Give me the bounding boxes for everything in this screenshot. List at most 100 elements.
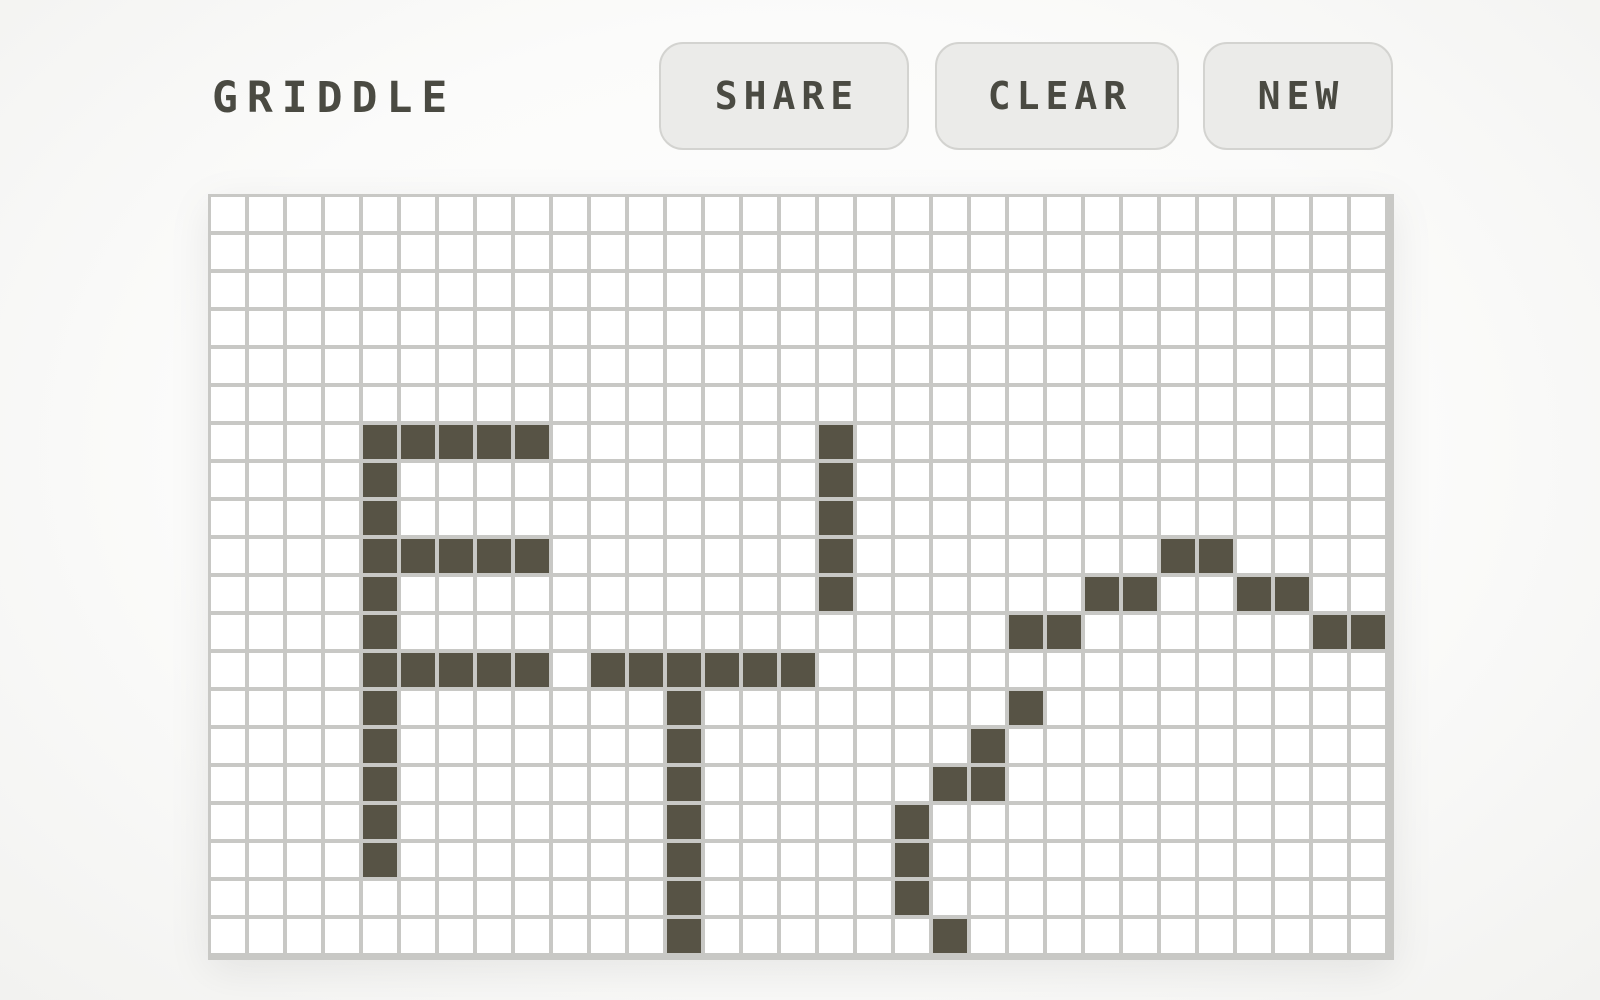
grid-cell[interactable] [515, 729, 549, 763]
grid-cell[interactable] [553, 805, 587, 839]
grid-cell[interactable] [705, 235, 739, 269]
grid-cell[interactable] [249, 729, 283, 763]
grid-cell[interactable] [743, 235, 777, 269]
grid-cell[interactable] [401, 577, 435, 611]
grid-cell[interactable] [1161, 881, 1195, 915]
grid-cell[interactable] [1047, 691, 1081, 725]
grid-cell[interactable] [971, 349, 1005, 383]
grid-cell[interactable] [249, 615, 283, 649]
grid-cell[interactable] [1351, 539, 1385, 573]
grid-cell[interactable] [1313, 615, 1347, 649]
grid-cell[interactable] [1047, 843, 1081, 877]
grid-cell[interactable] [1313, 273, 1347, 307]
grid-cell[interactable] [325, 767, 359, 801]
grid-cell[interactable] [287, 273, 321, 307]
grid-cell[interactable] [325, 577, 359, 611]
grid-cell[interactable] [477, 919, 511, 953]
grid-cell[interactable] [515, 653, 549, 687]
grid-cell[interactable] [1275, 805, 1309, 839]
grid-cell[interactable] [325, 653, 359, 687]
grid-cell[interactable] [743, 349, 777, 383]
grid-cell[interactable] [895, 767, 929, 801]
grid-cell[interactable] [895, 843, 929, 877]
grid-cell[interactable] [363, 273, 397, 307]
grid-cell[interactable] [781, 767, 815, 801]
grid-cell[interactable] [553, 577, 587, 611]
grid-cell[interactable] [933, 501, 967, 535]
grid-cell[interactable] [667, 729, 701, 763]
grid-cell[interactable] [933, 463, 967, 497]
grid-cell[interactable] [743, 463, 777, 497]
grid-cell[interactable] [1047, 615, 1081, 649]
grid-cell[interactable] [971, 691, 1005, 725]
grid-cell[interactable] [705, 767, 739, 801]
grid-cell[interactable] [857, 691, 891, 725]
grid-cell[interactable] [1237, 501, 1271, 535]
grid-cell[interactable] [591, 615, 625, 649]
grid-cell[interactable] [1275, 311, 1309, 345]
grid-cell[interactable] [211, 539, 245, 573]
grid-cell[interactable] [1009, 235, 1043, 269]
grid-cell[interactable] [477, 311, 511, 345]
grid-cell[interactable] [515, 919, 549, 953]
grid-cell[interactable] [857, 273, 891, 307]
grid-cell[interactable] [553, 273, 587, 307]
grid-cell[interactable] [971, 311, 1005, 345]
grid-cell[interactable] [933, 311, 967, 345]
grid-cell[interactable] [667, 805, 701, 839]
grid-cell[interactable] [743, 919, 777, 953]
grid-cell[interactable] [857, 501, 891, 535]
grid-cell[interactable] [629, 805, 663, 839]
grid-cell[interactable] [1237, 387, 1271, 421]
grid-cell[interactable] [553, 653, 587, 687]
grid-cell[interactable] [249, 691, 283, 725]
grid-cell[interactable] [363, 387, 397, 421]
grid-cell[interactable] [629, 425, 663, 459]
grid-cell[interactable] [1351, 197, 1385, 231]
grid-cell[interactable] [971, 843, 1005, 877]
grid-cell[interactable] [971, 767, 1005, 801]
grid-cell[interactable] [743, 767, 777, 801]
grid-cell[interactable] [325, 919, 359, 953]
grid-cell[interactable] [819, 805, 853, 839]
grid-cell[interactable] [1047, 349, 1081, 383]
grid-cell[interactable] [363, 767, 397, 801]
grid-cell[interactable] [325, 197, 359, 231]
grid-cell[interactable] [857, 577, 891, 611]
grid-cell[interactable] [971, 653, 1005, 687]
grid-cell[interactable] [1313, 653, 1347, 687]
grid-cell[interactable] [401, 539, 435, 573]
grid-cell[interactable] [515, 349, 549, 383]
grid-cell[interactable] [781, 349, 815, 383]
grid-cell[interactable] [667, 615, 701, 649]
grid-cell[interactable] [477, 691, 511, 725]
grid-cell[interactable] [1275, 501, 1309, 535]
grid-cell[interactable] [325, 273, 359, 307]
grid-cell[interactable] [1085, 425, 1119, 459]
grid-cell[interactable] [705, 197, 739, 231]
grid-cell[interactable] [439, 349, 473, 383]
grid-cell[interactable] [819, 653, 853, 687]
grid-cell[interactable] [287, 767, 321, 801]
grid-cell[interactable] [325, 615, 359, 649]
grid-cell[interactable] [363, 691, 397, 725]
grid-cell[interactable] [705, 425, 739, 459]
grid-cell[interactable] [1047, 919, 1081, 953]
grid-cell[interactable] [401, 881, 435, 915]
grid-cell[interactable] [1237, 805, 1271, 839]
grid-cell[interactable] [401, 501, 435, 535]
grid-cell[interactable] [933, 615, 967, 649]
grid-cell[interactable] [1275, 539, 1309, 573]
grid-cell[interactable] [1199, 311, 1233, 345]
grid-cell[interactable] [1085, 615, 1119, 649]
grid-cell[interactable] [933, 387, 967, 421]
grid-cell[interactable] [515, 273, 549, 307]
grid-cell[interactable] [439, 881, 473, 915]
grid-cell[interactable] [439, 615, 473, 649]
grid-cell[interactable] [933, 539, 967, 573]
grid-cell[interactable] [667, 311, 701, 345]
grid-cell[interactable] [1351, 235, 1385, 269]
grid-cell[interactable] [743, 881, 777, 915]
grid-cell[interactable] [515, 501, 549, 535]
grid-cell[interactable] [211, 577, 245, 611]
